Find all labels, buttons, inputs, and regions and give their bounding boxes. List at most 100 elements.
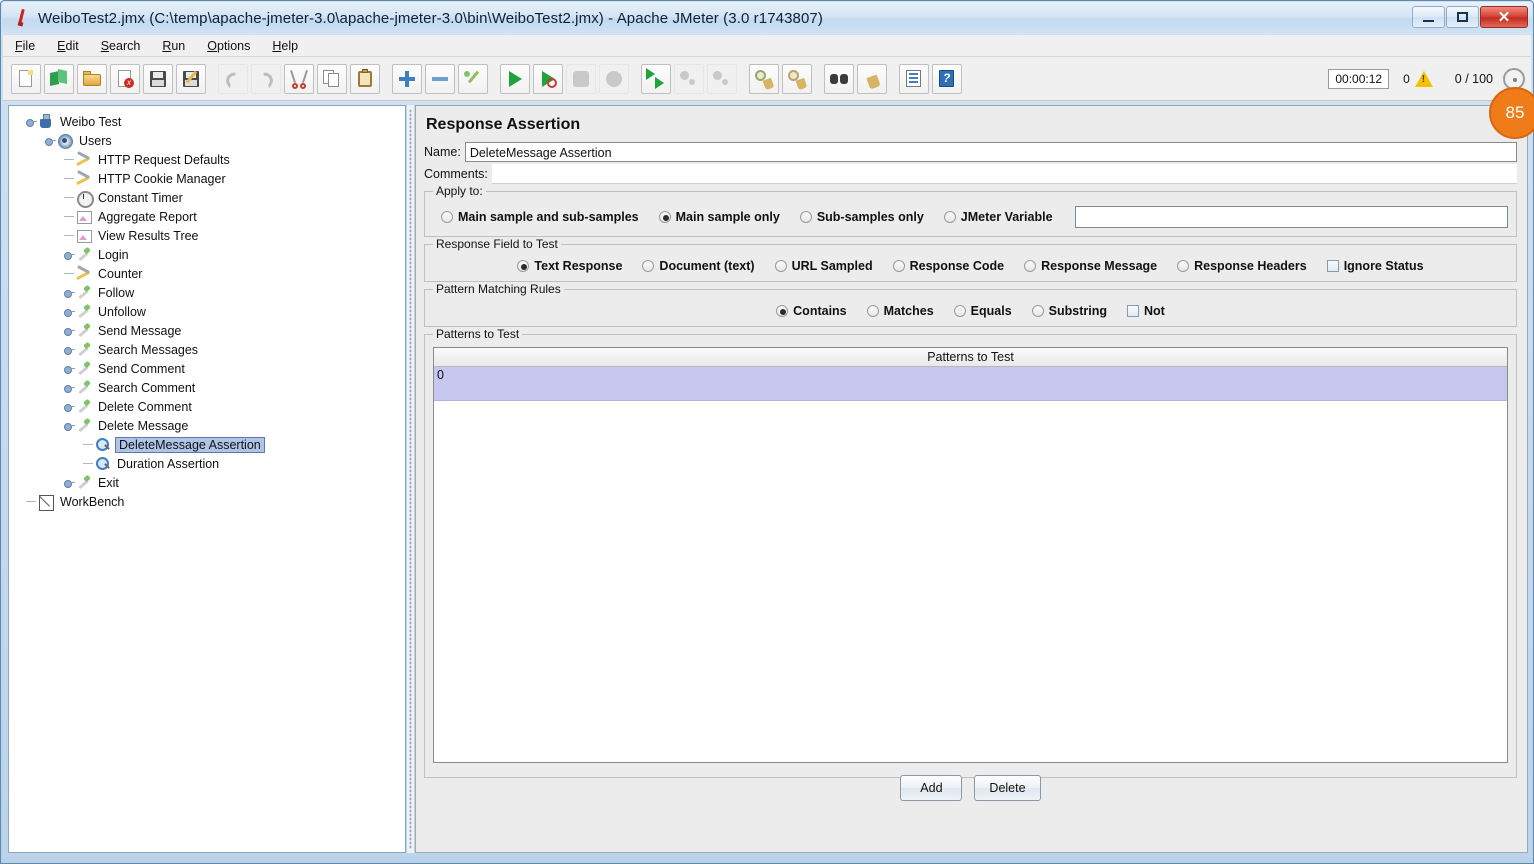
radio-response-message[interactable]: Response Message <box>1024 259 1157 273</box>
tree-node-label[interactable]: Send Message <box>96 324 183 338</box>
warning-icon[interactable] <box>1414 70 1433 87</box>
test-plan-tree-panel[interactable]: Weibo Test Users HTTP Request Defaults HTTP… <box>8 105 406 853</box>
tree-node[interactable]: DeleteMessage Assertion <box>15 435 405 454</box>
tree-node-label[interactable]: Unfollow <box>96 305 148 319</box>
tree-node-label[interactable]: Duration Assertion <box>115 457 221 471</box>
start-no-pauses-button[interactable] <box>533 63 563 94</box>
tree-node-label[interactable]: HTTP Request Defaults <box>96 153 232 167</box>
clear-all-button[interactable] <box>782 63 812 94</box>
radio-main-only[interactable]: Main sample only <box>658 210 780 224</box>
tree-collapse-handle[interactable] <box>25 112 37 131</box>
function-helper-button[interactable] <box>899 63 929 94</box>
tree-node-label[interactable]: View Results Tree <box>96 229 201 243</box>
patterns-table[interactable]: Patterns to Test 0 <box>433 347 1508 763</box>
tree-node[interactable]: Users <box>15 131 405 150</box>
tree-collapse-handle[interactable] <box>44 131 56 150</box>
tree-node-label[interactable]: DeleteMessage Assertion <box>115 436 265 453</box>
tree-node-label[interactable]: WorkBench <box>58 495 126 509</box>
tree-node[interactable]: Exit <box>15 473 405 492</box>
tree-node[interactable]: HTTP Request Defaults <box>15 150 405 169</box>
stop-button[interactable] <box>566 63 596 94</box>
tree-node[interactable]: Send Comment <box>15 359 405 378</box>
radio-response-headers[interactable]: Response Headers <box>1177 259 1307 273</box>
menu-help[interactable]: Help <box>270 37 300 55</box>
cut-button[interactable] <box>284 63 314 94</box>
menu-options[interactable]: Options <box>205 37 252 55</box>
table-row[interactable]: 0 <box>434 367 1507 401</box>
tree-expand-handle[interactable] <box>63 397 75 416</box>
tree-node-label[interactable]: Delete Comment <box>96 400 194 414</box>
maximize-button[interactable] <box>1446 6 1479 28</box>
tree-node[interactable]: Duration Assertion <box>15 454 405 473</box>
radio-response-code[interactable]: Response Code <box>892 259 1004 273</box>
open-button[interactable] <box>77 63 107 94</box>
tree-node-label[interactable]: Follow <box>96 286 136 300</box>
save-as-button[interactable] <box>176 63 206 94</box>
paste-button[interactable] <box>350 63 380 94</box>
menu-file[interactable]: File <box>13 37 37 55</box>
tree-node[interactable]: Constant Timer <box>15 188 405 208</box>
tree-expand-handle[interactable] <box>63 473 75 492</box>
tree-expand-handle[interactable] <box>63 321 75 340</box>
start-button[interactable] <box>500 63 530 94</box>
radio-equals[interactable]: Equals <box>953 304 1012 318</box>
tree-expand-handle[interactable] <box>63 340 75 359</box>
radio-contains[interactable]: Contains <box>776 304 847 318</box>
undo-button[interactable] <box>218 63 248 94</box>
start-remote-button[interactable] <box>641 63 671 94</box>
tree-node[interactable]: Delete Message <box>15 416 405 435</box>
tree-node-label[interactable]: Search Messages <box>96 343 200 357</box>
tree-node[interactable]: Delete Comment <box>15 397 405 416</box>
comments-input[interactable] <box>491 164 1517 184</box>
tree-collapse-handle[interactable] <box>63 416 75 435</box>
tree-expand-handle[interactable] <box>63 378 75 397</box>
copy-button[interactable] <box>317 63 347 94</box>
radio-main-and-sub[interactable]: Main sample and sub-samples <box>441 210 639 224</box>
tree-node[interactable]: Send Message <box>15 321 405 340</box>
tree-node-label[interactable]: Delete Message <box>96 419 190 433</box>
menu-edit[interactable]: Edit <box>55 37 81 55</box>
reset-search-button[interactable] <box>857 63 887 94</box>
tree-node-label[interactable]: HTTP Cookie Manager <box>96 172 228 186</box>
close-button[interactable]: ✕ <box>1480 6 1528 28</box>
checkbox-not[interactable]: Not <box>1127 304 1165 318</box>
radio-url-sampled[interactable]: URL Sampled <box>774 259 873 273</box>
patterns-column-header[interactable]: Patterns to Test <box>434 348 1507 367</box>
radio-matches[interactable]: Matches <box>866 304 934 318</box>
delete-button[interactable]: Delete <box>974 775 1041 801</box>
tree-node[interactable]: Aggregate Report <box>15 207 405 226</box>
close-document-button[interactable]: x <box>110 63 140 94</box>
save-button[interactable] <box>143 63 173 94</box>
minimize-button[interactable] <box>1412 6 1445 28</box>
stop-remote-button[interactable] <box>674 63 704 94</box>
help-button[interactable]: ? <box>932 63 962 94</box>
add-button[interactable]: Add <box>900 775 963 801</box>
new-button[interactable] <box>11 63 41 94</box>
search-button[interactable] <box>824 63 854 94</box>
menu-run[interactable]: Run <box>160 37 187 55</box>
tree-expand-handle[interactable] <box>63 283 75 302</box>
tree-node[interactable]: Unfollow <box>15 302 405 321</box>
tree-node-label[interactable]: Exit <box>96 476 121 490</box>
tree-node[interactable]: HTTP Cookie Manager <box>15 169 405 188</box>
expand-all-button[interactable] <box>392 63 422 94</box>
radio-document-text[interactable]: Document (text) <box>642 259 755 273</box>
tree-node-label[interactable]: Aggregate Report <box>96 210 199 224</box>
tree-node-label[interactable]: Login <box>96 248 131 262</box>
tree-node[interactable]: View Results Tree <box>15 226 405 245</box>
tree-expand-handle[interactable] <box>63 245 75 264</box>
jmeter-variable-input[interactable] <box>1074 206 1508 228</box>
collapse-all-button[interactable] <box>425 63 455 94</box>
tree-expand-handle[interactable] <box>63 359 75 378</box>
tree-node[interactable]: WorkBench <box>15 492 405 511</box>
tree-node[interactable]: Follow <box>15 283 405 302</box>
toggle-button[interactable] <box>458 63 488 94</box>
tree-node-label[interactable]: Weibo Test <box>58 115 123 129</box>
shutdown-button[interactable] <box>599 63 629 94</box>
tree-node[interactable]: Counter <box>15 264 405 283</box>
tree-node-label[interactable]: Search Comment <box>96 381 197 395</box>
name-input[interactable]: DeleteMessage Assertion <box>464 142 1517 162</box>
radio-jmeter-variable[interactable]: JMeter Variable <box>943 210 1053 224</box>
tree-node-label[interactable]: Send Comment <box>96 362 187 376</box>
tree-node-label[interactable]: Constant Timer <box>96 191 185 205</box>
